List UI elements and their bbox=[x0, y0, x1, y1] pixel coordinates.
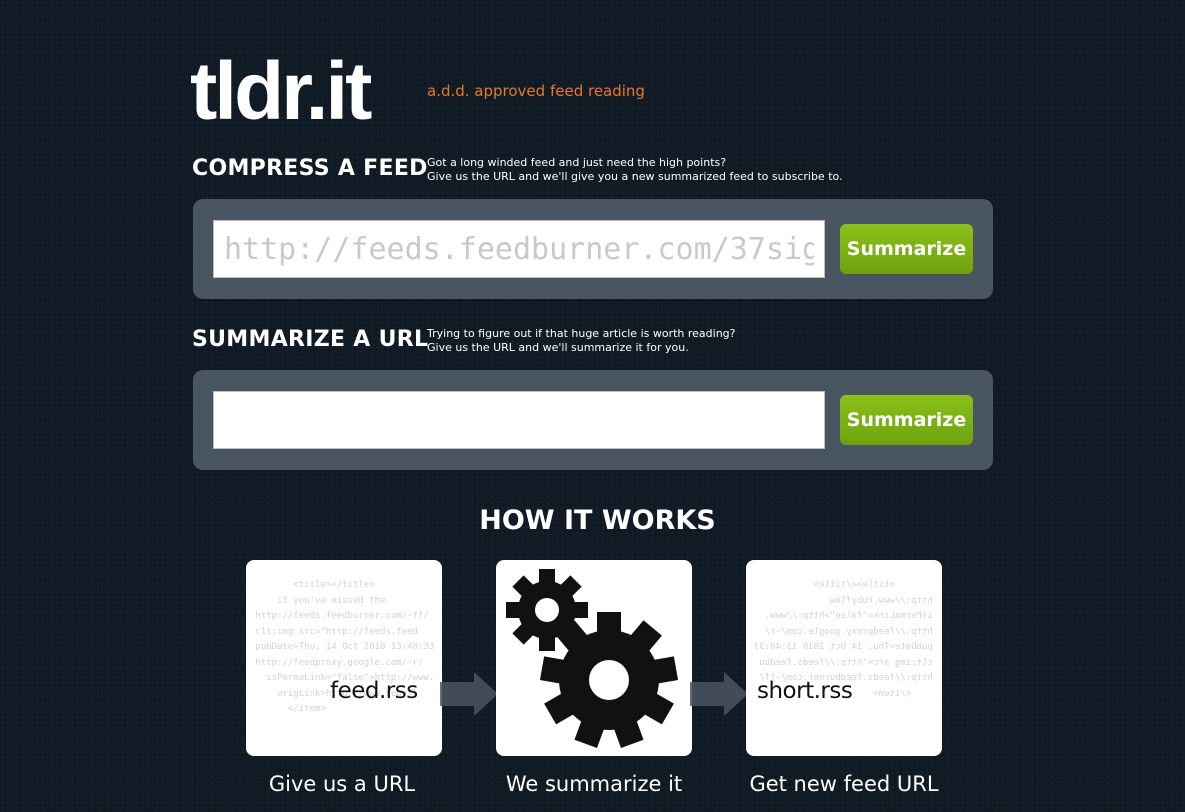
compress-feed-panel: Summarize bbox=[193, 199, 993, 299]
summarize-url-desc-line-1: Trying to figure out if that huge articl… bbox=[427, 327, 736, 340]
step-card-short-feed: <title></title> http://www.rubyflow isPe… bbox=[746, 560, 942, 756]
summarize-feed-button[interactable]: Summarize bbox=[840, 224, 973, 274]
gears-icon bbox=[506, 569, 679, 749]
tagline: a.d.d. approved feed reading bbox=[427, 82, 645, 100]
arrow-right-icon bbox=[690, 672, 748, 716]
summarize-url-desc-line-2: Give us the URL and we'll summarize it f… bbox=[427, 341, 689, 354]
step-file-label-feed: feed.rss bbox=[330, 678, 418, 704]
compress-feed-desc-line-2: Give us the URL and we'll give you a new… bbox=[427, 170, 843, 183]
article-url-input[interactable] bbox=[213, 391, 825, 449]
compress-feed-desc-line-1: Got a long winded feed and just need the… bbox=[427, 156, 727, 169]
summarize-url-title: SUMMARIZE A URL bbox=[192, 327, 429, 352]
step-file-label-short: short.rss bbox=[757, 678, 853, 704]
logo[interactable]: tldr.it bbox=[190, 42, 372, 142]
step-card-summarize bbox=[496, 560, 692, 756]
summarize-url-description: Trying to figure out if that huge articl… bbox=[427, 327, 736, 355]
how-it-works-title: HOW IT WORKS bbox=[479, 505, 716, 536]
feed-url-input[interactable] bbox=[213, 220, 825, 278]
compress-feed-description: Got a long winded feed and just need the… bbox=[427, 156, 843, 184]
step-caption-summarize: We summarize it bbox=[505, 772, 683, 796]
arrow-right-icon bbox=[440, 672, 498, 716]
summarize-url-button[interactable]: Summarize bbox=[840, 395, 973, 445]
step-caption-new-feed: Get new feed URL bbox=[749, 772, 939, 796]
summarize-url-panel: Summarize bbox=[193, 370, 993, 470]
step-card-feed: <title></title> if you've missed the htt… bbox=[246, 560, 442, 756]
compress-feed-title: COMPRESS A FEED bbox=[192, 156, 428, 181]
step-caption-give-url: Give us a URL bbox=[268, 772, 416, 796]
